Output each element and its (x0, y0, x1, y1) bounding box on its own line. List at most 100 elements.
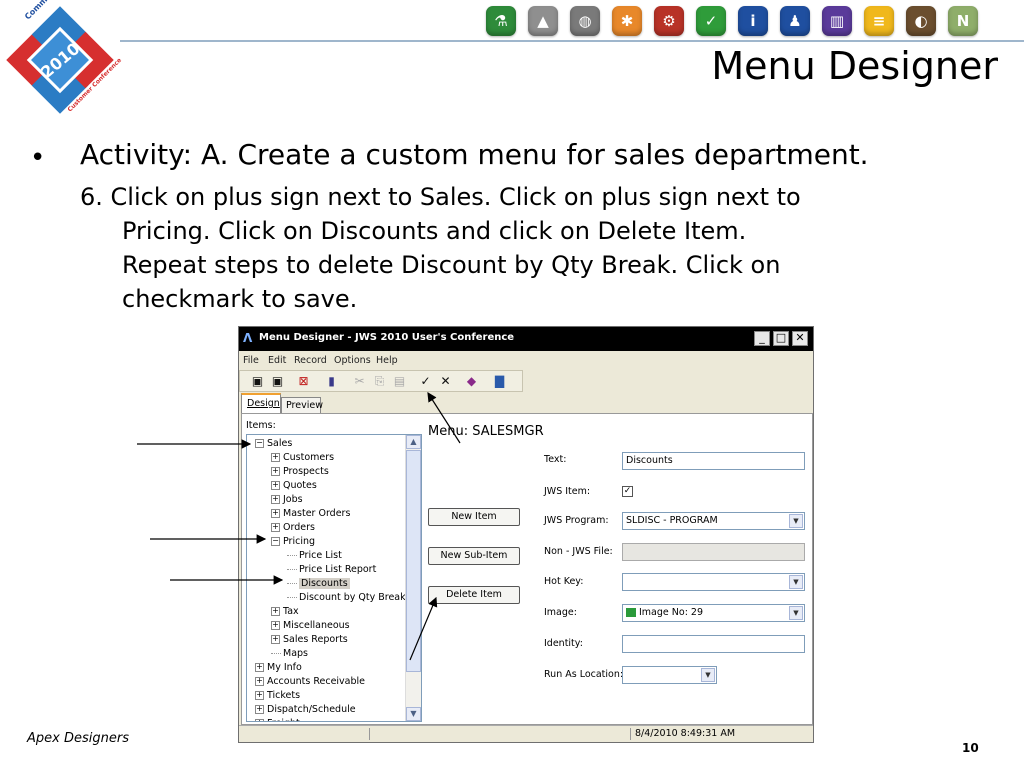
tree-item[interactable]: − Pricing (271, 535, 315, 549)
run-as-location-select[interactable]: ▼ (622, 666, 717, 684)
scroll-thumb[interactable] (406, 450, 421, 672)
new-record-icon[interactable]: ▣ (250, 374, 265, 388)
expand-icon[interactable]: + (255, 691, 264, 700)
expand-icon[interactable]: + (255, 677, 264, 686)
tree-item[interactable]: + Sales Reports (271, 633, 348, 647)
tree-connector (271, 653, 281, 654)
chevron-down-icon[interactable]: ▼ (789, 575, 803, 589)
cancel-x-icon[interactable]: ✕ (438, 374, 453, 388)
chart-icon[interactable]: ▇ (492, 374, 507, 388)
tree-item[interactable]: + Prospects (271, 465, 329, 479)
menu-file[interactable]: File (243, 355, 259, 366)
report-icon[interactable]: ▮ (324, 374, 339, 388)
expand-icon[interactable]: + (255, 663, 264, 672)
menu-items-tree[interactable]: − Sales + Customers + Prospects + Quotes + Jobs + M… (246, 434, 422, 722)
paste-icon[interactable]: ▤ (392, 374, 407, 388)
expand-icon[interactable]: + (271, 453, 280, 462)
flask-icon[interactable]: ⚗ (486, 6, 516, 36)
expand-icon[interactable]: + (271, 467, 280, 476)
tree-item[interactable]: Discounts (287, 577, 350, 591)
truck-icon[interactable]: ▲ (528, 6, 558, 36)
tree-item[interactable]: Maps (271, 647, 308, 661)
person-icon[interactable]: ♟ (780, 6, 810, 36)
tree-item[interactable]: + My Info (255, 661, 302, 675)
text-field[interactable]: Discounts (622, 452, 805, 470)
step-line: Pricing. Click on Discounts and click on… (122, 217, 747, 245)
tree-item[interactable]: + Orders (271, 521, 315, 535)
tree-item[interactable]: +Freight (255, 717, 300, 721)
collapse-icon[interactable]: − (255, 439, 264, 448)
tree-item[interactable]: − Sales (255, 437, 292, 451)
expand-icon[interactable]: + (271, 621, 280, 630)
new-item-button[interactable]: New Item (428, 508, 520, 526)
puzzle-icon[interactable]: ✱ (612, 6, 642, 36)
identity-field[interactable] (622, 635, 805, 653)
status-divider (630, 728, 631, 740)
scroll-down-icon[interactable]: ▼ (406, 707, 421, 721)
delete-record-icon[interactable]: ⊠ (296, 374, 311, 388)
book-icon[interactable]: ◆ (464, 374, 479, 388)
book-icon[interactable]: ▥ (822, 6, 852, 36)
maximize-button[interactable]: □ (773, 331, 789, 346)
tree-item[interactable]: Price List (287, 549, 342, 563)
tree-item[interactable]: + Dispatch/Schedule (255, 703, 356, 717)
menu-edit[interactable]: Edit (268, 355, 286, 366)
tab-design[interactable]: Design (241, 393, 281, 415)
minimize-button[interactable]: _ (754, 331, 770, 346)
tree-item-label: Master Orders (283, 508, 351, 519)
chevron-down-icon[interactable]: ▼ (789, 606, 803, 620)
expand-icon[interactable]: + (271, 495, 280, 504)
close-button[interactable]: ✕ (792, 331, 808, 346)
tree-connector (287, 597, 297, 598)
tree-item[interactable]: Price List Report (287, 563, 376, 577)
tree-item[interactable]: + Master Orders (271, 507, 350, 521)
cut-icon[interactable]: ✂ (352, 374, 367, 388)
non-jws-file-field[interactable] (622, 543, 805, 561)
tree-item[interactable]: + Accounts Receivable (255, 675, 365, 689)
tree-item[interactable]: + Jobs (271, 493, 303, 507)
hotkey-select[interactable]: ▼ (622, 573, 805, 591)
jws-program-select[interactable]: SLDISC - PROGRAM ▼ (622, 512, 805, 530)
expand-icon[interactable]: + (271, 635, 280, 644)
delete-item-button[interactable]: Delete Item (428, 586, 520, 604)
chevron-down-icon[interactable]: ▼ (789, 514, 803, 528)
jws-item-checkbox[interactable]: ✓ (622, 486, 633, 497)
document-icon[interactable]: ≡ (864, 6, 894, 36)
tree-connector (287, 583, 297, 584)
new-sub-item-button[interactable]: New Sub-Item (428, 547, 520, 565)
expand-icon[interactable]: + (271, 481, 280, 490)
cement-mixer-icon[interactable]: ◐ (906, 6, 936, 36)
jws-program-label: JWS Program: (544, 515, 609, 526)
image-select[interactable]: Image No: 29 ▼ (622, 604, 805, 622)
expand-icon[interactable]: + (271, 509, 280, 518)
checkmark-icon[interactable]: ✓ (696, 6, 726, 36)
window-titlebar[interactable]: Λ Menu Designer - JWS 2010 User's Confer… (239, 327, 813, 351)
menu-help[interactable]: Help (376, 355, 398, 366)
tree-item[interactable]: + Customers (271, 451, 334, 465)
tree-scrollbar[interactable]: ▲ ▼ (405, 435, 421, 721)
save-checkmark-icon[interactable]: ✓ (418, 374, 433, 388)
gears-icon[interactable]: ⚙ (654, 6, 684, 36)
tree-item[interactable]: + Quotes (271, 479, 317, 493)
scroll-up-icon[interactable]: ▲ (406, 435, 421, 449)
collapse-icon[interactable]: − (271, 537, 280, 546)
copy-icon[interactable]: ⎘ (372, 374, 387, 388)
tree-item[interactable]: + Tickets (255, 689, 300, 703)
non-jws-file-label: Non - JWS File: (544, 546, 613, 557)
expand-icon[interactable]: + (255, 719, 264, 721)
tree-item[interactable]: + Miscellaneous (271, 619, 350, 633)
menu-options[interactable]: Options (334, 355, 371, 366)
expand-icon[interactable]: + (255, 705, 264, 714)
menu-record[interactable]: Record (294, 355, 327, 366)
info-icon[interactable]: i (738, 6, 768, 36)
n-badge-icon[interactable]: N (948, 6, 978, 36)
open-record-icon[interactable]: ▣ (270, 374, 285, 388)
expand-icon[interactable]: + (271, 523, 280, 532)
globe-icon[interactable]: ◍ (570, 6, 600, 36)
chevron-down-icon[interactable]: ▼ (701, 668, 715, 682)
tree-item[interactable]: Discount by Qty Break (287, 591, 406, 605)
tree-item[interactable]: + Tax (271, 605, 299, 619)
tree-item-label: Price List (299, 550, 342, 561)
expand-icon[interactable]: + (271, 607, 280, 616)
tree-connector (287, 555, 297, 556)
